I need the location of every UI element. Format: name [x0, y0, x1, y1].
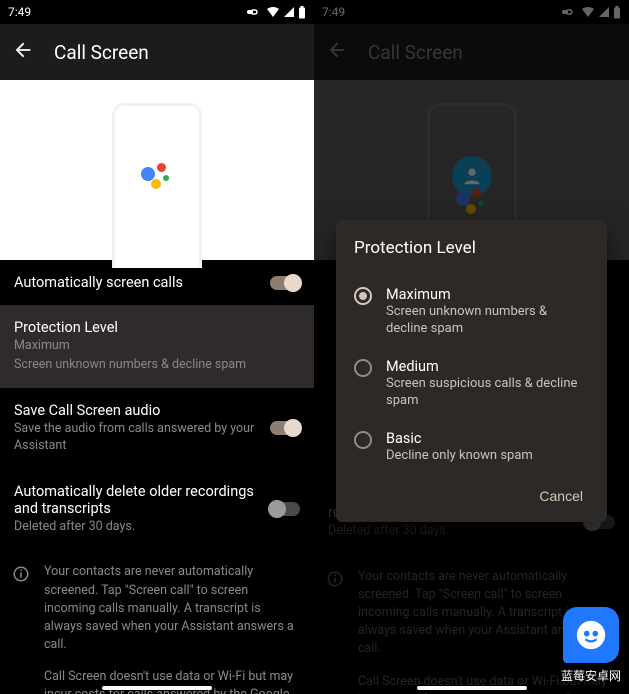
option-medium[interactable]: Medium Screen suspicious calls & decline…: [354, 348, 589, 420]
info-text-1: Your contacts are never automatically sc…: [44, 563, 300, 654]
row-protection-level-value: Maximum: [14, 338, 264, 355]
battery-icon: [298, 6, 306, 19]
page-title: Call Screen: [54, 41, 149, 64]
row-auto-delete-sub: Deleted after 30 days.: [14, 519, 264, 536]
status-time: 7:49: [8, 5, 31, 19]
cancel-button[interactable]: Cancel: [533, 480, 589, 512]
toggle-save-audio[interactable]: [270, 421, 300, 435]
protection-level-dialog: Protection Level Maximum Screen unknown …: [336, 220, 607, 522]
row-auto-screen[interactable]: Automatically screen calls: [0, 260, 314, 305]
row-save-audio-sub: Save the audio from calls answered by yo…: [14, 421, 264, 455]
wifi-icon: [266, 6, 280, 18]
row-protection-title: Protection Level: [14, 319, 264, 336]
radio-medium[interactable]: [354, 359, 372, 377]
option-maximum[interactable]: Maximum Screen unknown numbers & decline…: [354, 276, 589, 348]
option-maximum-title: Maximum: [386, 286, 589, 303]
signal-icon: [283, 6, 295, 18]
status-icons: [247, 6, 306, 19]
screenshot-left: 7:49 Call Screen: [0, 0, 314, 694]
gesture-nav-bar[interactable]: [314, 686, 629, 690]
option-basic[interactable]: Basic Decline only known spam: [354, 420, 589, 475]
toggle-auto-screen[interactable]: [270, 276, 300, 290]
row-save-audio[interactable]: Save Call Screen audio Save the audio fr…: [0, 388, 314, 469]
option-basic-title: Basic: [386, 430, 533, 447]
radio-maximum[interactable]: [354, 287, 372, 305]
row-auto-screen-title: Automatically screen calls: [14, 274, 264, 291]
radio-basic[interactable]: [354, 431, 372, 449]
row-protection-desc: Screen unknown numbers & decline spam: [14, 357, 264, 374]
status-bar: 7:49: [0, 0, 314, 24]
row-save-audio-title: Save Call Screen audio: [14, 402, 264, 419]
info-text-2: Call Screen doesn't use data or Wi-Fi bu…: [44, 668, 300, 694]
info-icon: [12, 565, 30, 589]
option-basic-sub: Decline only known spam: [386, 448, 533, 465]
gesture-nav-bar[interactable]: [0, 686, 314, 690]
dialog-title: Protection Level: [354, 238, 589, 258]
option-medium-sub: Screen suspicious calls & decline spam: [386, 376, 589, 410]
settings-list: Automatically screen calls Protection Le…: [0, 260, 314, 694]
screenshot-right: 7:49 Call Screen: [314, 0, 629, 694]
row-auto-delete[interactable]: Automatically delete older recordings an…: [0, 469, 314, 550]
phone-mockup: [112, 103, 202, 268]
option-maximum-sub: Screen unknown numbers & decline spam: [386, 304, 589, 338]
app-bar: Call Screen: [0, 24, 314, 80]
row-protection-level[interactable]: Protection Level Maximum Screen unknown …: [0, 305, 314, 388]
vpn-icon: [247, 7, 263, 17]
info-block: Your contacts are never automatically sc…: [0, 549, 314, 694]
row-auto-delete-title: Automatically delete older recordings an…: [14, 483, 264, 517]
option-medium-title: Medium: [386, 358, 589, 375]
hero-illustration: [0, 80, 314, 260]
back-icon[interactable]: [12, 39, 34, 66]
toggle-auto-delete[interactable]: [270, 502, 300, 516]
assistant-logo-icon: [141, 161, 173, 193]
